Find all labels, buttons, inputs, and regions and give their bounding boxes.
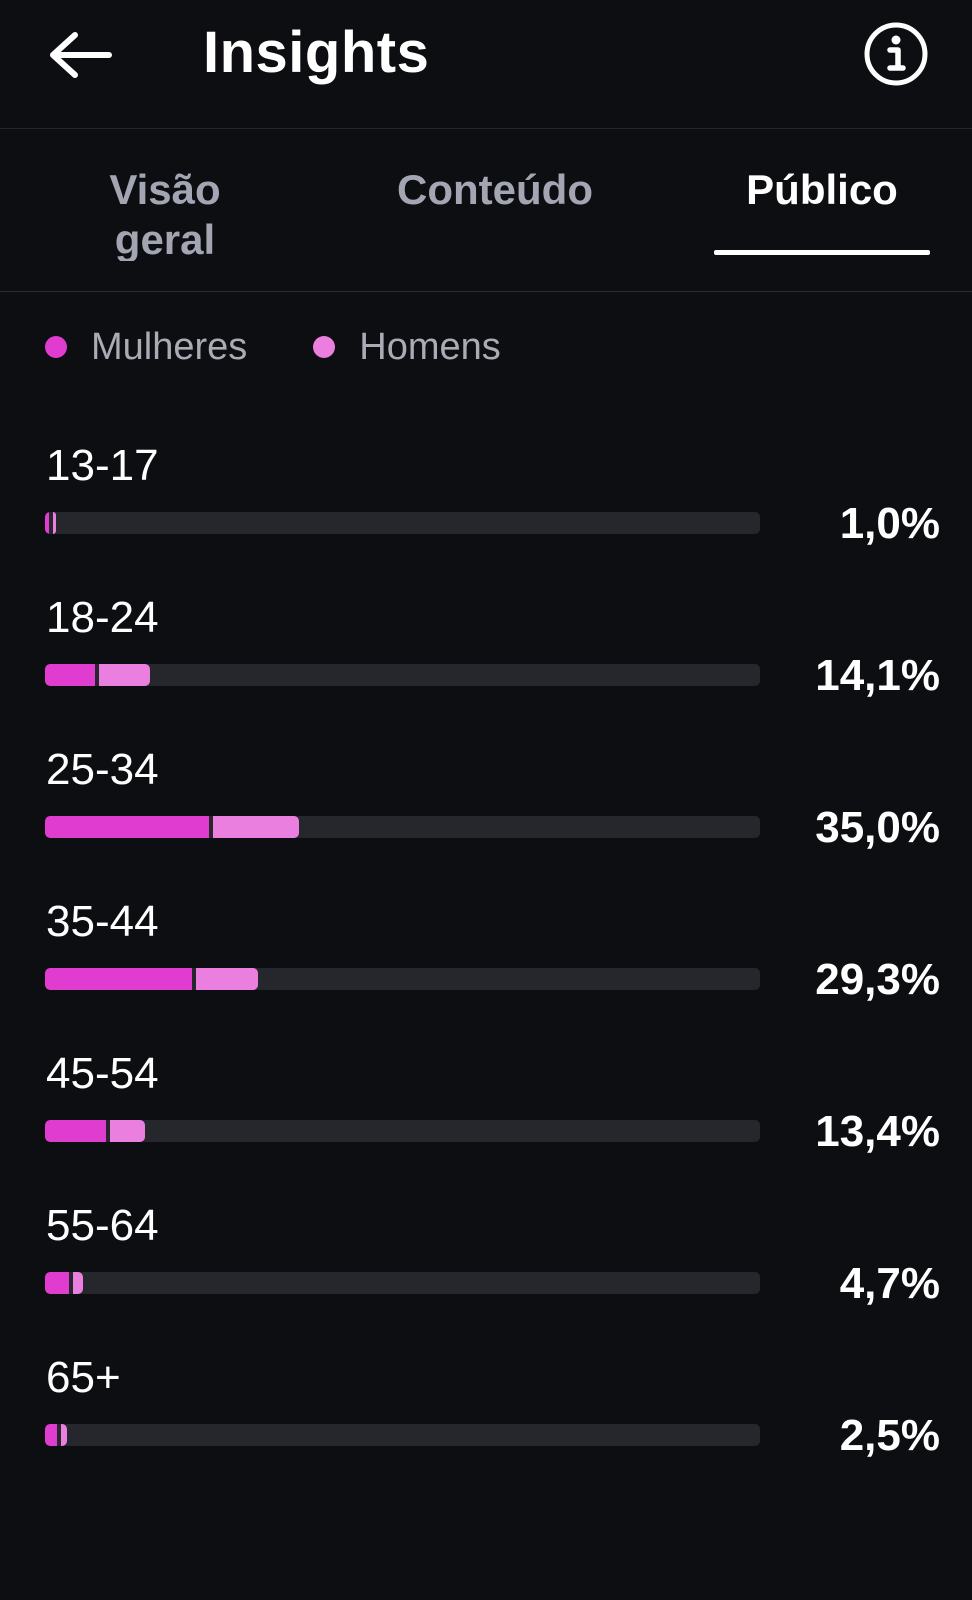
tab-publico[interactable]: Público	[714, 165, 930, 285]
age-label: 25-34	[46, 745, 159, 794]
legend-item-men: Homens	[313, 326, 501, 369]
age-label: 65+	[46, 1353, 121, 1402]
age-label: 35-44	[46, 897, 159, 946]
legend-item-women: Mulheres	[45, 326, 247, 369]
age-bar-men	[52, 512, 57, 534]
age-bar-women	[45, 1120, 106, 1142]
age-bar-track	[45, 968, 760, 990]
age-bar-women	[45, 1272, 69, 1294]
age-row: 55-64 4,7%	[0, 1200, 972, 1340]
age-row: 18-24 14,1%	[0, 592, 972, 732]
age-row: 13-17 1,0%	[0, 440, 972, 580]
age-bar-men	[213, 816, 300, 838]
tab-conteudo[interactable]: Conteúdo	[360, 165, 630, 285]
age-bar-track	[45, 1120, 760, 1142]
age-percent: 1,0%	[839, 499, 940, 548]
age-bar-track	[45, 664, 760, 686]
age-row: 35-44 29,3%	[0, 896, 972, 1036]
age-bar-men	[61, 1424, 67, 1446]
age-percent: 29,3%	[815, 955, 940, 1004]
app-header: Insights	[0, 0, 972, 129]
age-bar-men	[99, 664, 150, 686]
age-bar-men	[72, 1272, 83, 1294]
age-percent: 2,5%	[839, 1411, 940, 1460]
chart-legend: Mulheres Homens	[45, 323, 567, 371]
age-bar-track	[45, 512, 760, 534]
age-percent: 35,0%	[815, 803, 940, 852]
arrow-left-icon	[50, 32, 112, 78]
age-percent: 14,1%	[815, 651, 940, 700]
age-row: 25-34 35,0%	[0, 744, 972, 884]
tab-visao-geral[interactable]: Visão geral	[70, 165, 260, 261]
age-percent: 13,4%	[815, 1107, 940, 1156]
age-bar-men	[196, 968, 259, 990]
legend-label-women: Mulheres	[91, 325, 248, 368]
age-percent: 4,7%	[839, 1259, 940, 1308]
age-row: 45-54 13,4%	[0, 1048, 972, 1188]
info-circle-icon	[864, 22, 928, 86]
age-label: 18-24	[46, 593, 159, 642]
age-bar-women	[45, 1424, 58, 1446]
age-label: 13-17	[46, 441, 159, 490]
age-bar-track	[45, 1272, 760, 1294]
age-bar-men	[109, 1120, 145, 1142]
legend-dot-men	[313, 336, 336, 358]
active-tab-indicator	[714, 250, 930, 255]
age-label: 45-54	[46, 1049, 159, 1098]
info-button[interactable]	[860, 18, 932, 90]
legend-label-men: Homens	[359, 325, 501, 368]
age-label: 55-64	[46, 1201, 159, 1250]
tab-bar: Visão geral Conteúdo Público	[0, 129, 972, 292]
page-title: Insights	[203, 20, 430, 85]
back-button[interactable]	[40, 20, 120, 90]
age-bar-women	[45, 968, 193, 990]
age-bar-women	[45, 664, 96, 686]
age-bar-track	[45, 816, 760, 838]
legend-dot-women	[45, 336, 67, 358]
age-bar-track	[45, 1424, 760, 1446]
age-bar-women	[45, 816, 210, 838]
age-row: 65+ 2,5%	[0, 1352, 972, 1492]
age-bar-women	[45, 512, 49, 534]
